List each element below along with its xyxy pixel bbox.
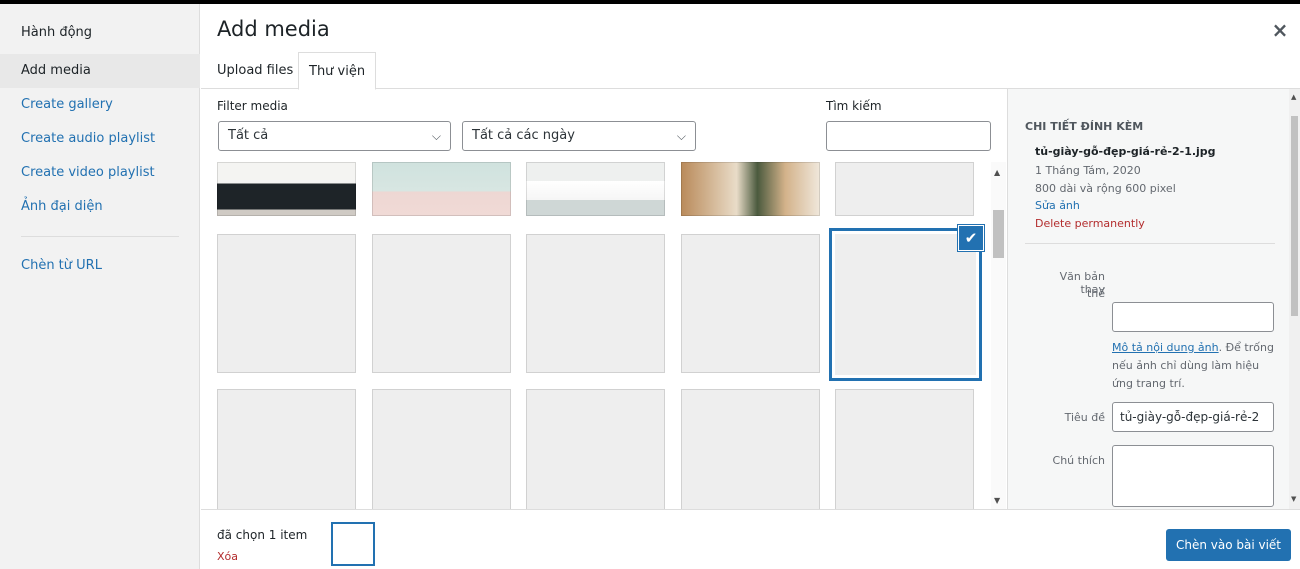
media-toolbar: đã chọn 1 item Xóa Chèn vào bài viết (201, 509, 1300, 569)
edit-image-link[interactable]: Sửa ảnh (1035, 199, 1080, 212)
alt-desc-part-3: ứng trang trí. (1112, 377, 1185, 390)
router-tabs: Upload files Thư viện (201, 52, 1300, 90)
modal-title: Add media (217, 17, 330, 41)
search-label: Tìm kiếm (826, 99, 882, 113)
scroll-down-icon[interactable]: ▼ (1291, 495, 1296, 503)
close-icon[interactable]: × (1266, 16, 1294, 44)
menu-item-create-gallery[interactable]: Create gallery (0, 88, 200, 122)
attachment-thumbnail-selected[interactable] (835, 234, 976, 375)
media-menu: Hành động Add media Create gallery Creat… (0, 4, 200, 569)
scroll-up-icon[interactable]: ▲ (994, 168, 1000, 177)
attachment-thumbnail[interactable] (372, 162, 511, 216)
alt-text-description: Mô tả nội dung ảnh. Để trống nếu ảnh chỉ… (1112, 339, 1277, 393)
menu-item-insert-from-url[interactable]: Chèn từ URL (0, 249, 200, 283)
media-modal: Hành động Add media Create gallery Creat… (0, 4, 1300, 569)
title-label: Tiêu đề (1064, 411, 1105, 424)
attachment-thumbnail[interactable] (681, 389, 820, 509)
delete-permanently-link[interactable]: Delete permanently (1035, 217, 1145, 230)
tab-library[interactable]: Thư viện (298, 52, 377, 90)
date-filter-select[interactable]: Tất cả các ngày ⌵ (462, 121, 696, 151)
menu-item-create-video-playlist[interactable]: Create video playlist (0, 156, 200, 190)
attachment-thumbnail[interactable] (372, 234, 511, 373)
selection-thumbnail[interactable] (331, 522, 375, 566)
attachment-thumbnail[interactable] (526, 162, 665, 216)
tab-upload-files[interactable]: Upload files (207, 52, 303, 89)
attachment-thumbnail[interactable] (681, 234, 820, 373)
attachment-date: 1 Tháng Tám, 2020 (1035, 164, 1141, 177)
filter-media-label: Filter media (217, 99, 288, 113)
attachment-thumbnail[interactable] (217, 234, 356, 373)
search-input[interactable] (826, 121, 991, 151)
selection-count: đã chọn 1 item (217, 528, 308, 542)
attachment-thumbnail[interactable] (217, 389, 356, 509)
menu-item-create-audio-playlist[interactable]: Create audio playlist (0, 122, 200, 156)
scrollbar-thumb[interactable] (1291, 116, 1298, 316)
checkmark-icon[interactable]: ✔ (959, 226, 983, 250)
attachments-grid: ✔ (201, 162, 991, 509)
attachment-thumbnail[interactable] (835, 389, 974, 509)
media-type-value: Tất cả (228, 128, 269, 143)
details-heading: CHI TIẾT ĐÍNH KÈM (1025, 120, 1144, 133)
menu-separator (21, 236, 179, 237)
menu-item-add-media[interactable]: Add media (0, 54, 200, 88)
attachment-thumbnail[interactable] (372, 389, 511, 509)
caption-label: Chú thích (1052, 454, 1105, 467)
date-filter-value: Tất cả các ngày (472, 128, 575, 143)
details-scrollbar[interactable]: ▲ ▼ (1289, 89, 1300, 509)
scroll-up-icon[interactable]: ▲ (1291, 93, 1296, 101)
caption-textarea[interactable] (1112, 445, 1274, 507)
media-type-select[interactable]: Tất cả ⌵ (218, 121, 451, 151)
attachment-thumbnail[interactable] (526, 389, 665, 509)
attachment-thumbnail[interactable] (526, 234, 665, 373)
title-input[interactable]: tủ-giày-gỗ-đẹp-giá-rẻ-2 (1112, 402, 1274, 432)
chevron-down-icon: ⌵ (676, 129, 686, 143)
attachment-dimensions: 800 dài và rộng 600 pixel (1035, 182, 1176, 195)
scroll-down-icon[interactable]: ▼ (994, 496, 1000, 505)
alt-desc-part-1: . Để trống (1218, 341, 1274, 354)
details-separator (1025, 243, 1275, 244)
attachment-details: CHI TIẾT ĐÍNH KÈM tủ-giày-gỗ-đẹp-giá-rẻ-… (1007, 89, 1289, 509)
menu-item-featured-image[interactable]: Ảnh đại diện (0, 190, 200, 224)
chevron-down-icon: ⌵ (431, 129, 441, 143)
menu-heading: Hành động (21, 25, 93, 40)
grid-scrollbar[interactable]: ▲ ▼ (991, 162, 1006, 509)
attachment-filename: tủ-giày-gỗ-đẹp-giá-rẻ-2-1.jpg (1035, 145, 1216, 158)
attachment-thumbnail[interactable] (217, 162, 356, 216)
alt-text-label-2: thế (1086, 287, 1105, 300)
attachment-thumbnail[interactable] (835, 162, 974, 216)
alt-desc-part-2: nếu ảnh chỉ dùng làm hiệu (1112, 359, 1260, 372)
scrollbar-thumb[interactable] (993, 210, 1004, 258)
alt-text-input[interactable] (1112, 302, 1274, 332)
alt-text-help-link[interactable]: Mô tả nội dung ảnh (1112, 341, 1219, 354)
attachment-thumbnail[interactable] (681, 162, 820, 216)
insert-into-post-button[interactable]: Chèn vào bài viết (1166, 529, 1291, 561)
clear-selection-link[interactable]: Xóa (217, 550, 238, 563)
